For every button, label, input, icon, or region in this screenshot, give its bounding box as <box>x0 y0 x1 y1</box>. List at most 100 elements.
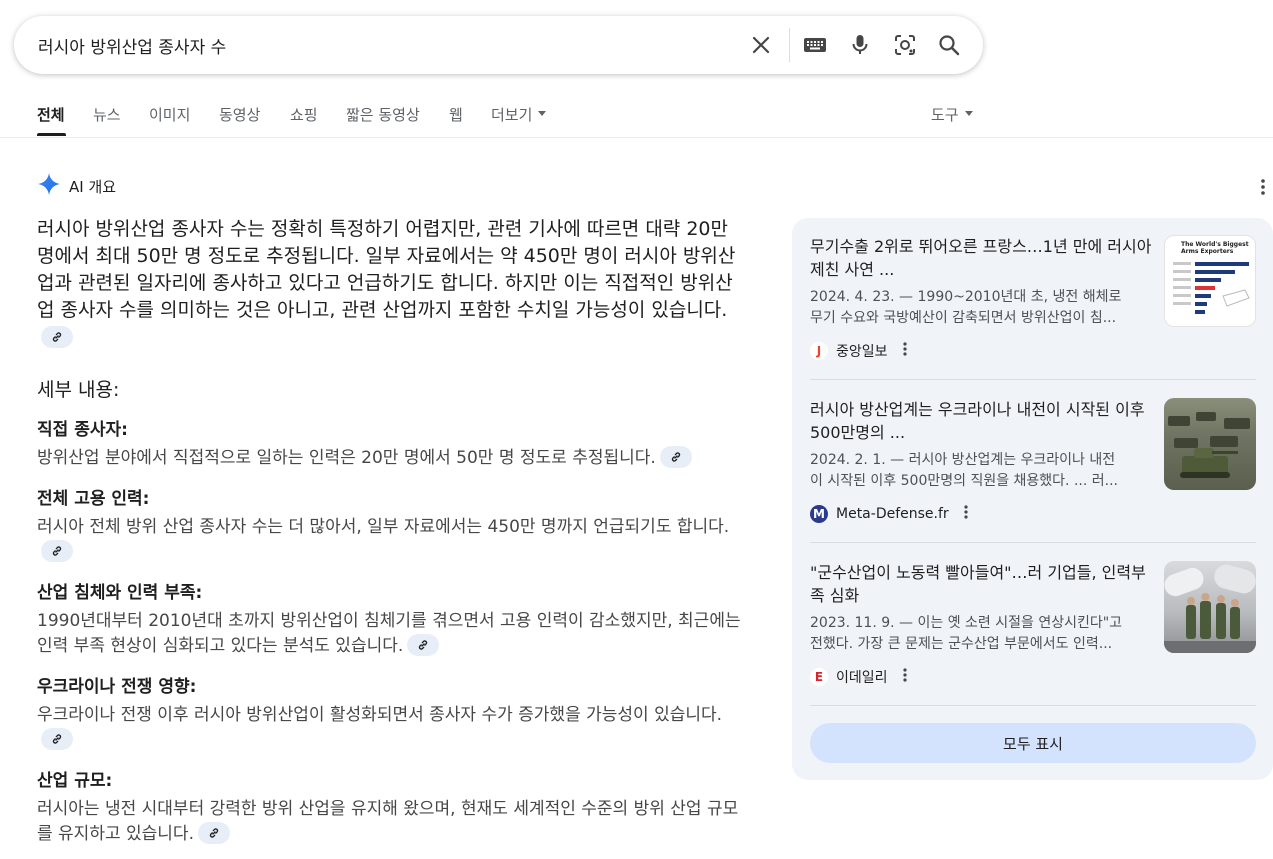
tab-images[interactable]: 이미지 <box>149 104 190 125</box>
detail-item-text: 우크라이나 전쟁 이후 러시아 방위산업이 활성화되면서 종사자 수가 증가했을… <box>37 705 723 725</box>
more-options-icon[interactable] <box>963 504 969 524</box>
keyboard-icon[interactable] <box>803 33 827 57</box>
tab-all[interactable]: 전체 <box>37 104 65 125</box>
tools-button[interactable]: 도구 <box>931 104 973 125</box>
source-logo: J <box>810 342 828 360</box>
source-thumbnail[interactable] <box>1164 398 1256 490</box>
link-icon <box>52 546 62 556</box>
source-card-snippet: 2024. 4. 23. — 1990~2010년대 초, 냉전 해체로 무기 … <box>810 287 1152 329</box>
thumbnail-text: Arms Exporters <box>1181 248 1234 255</box>
detail-item-body: 러시아 전체 방위 산업 종사자 수는 더 많아서, 일부 자료에서는 450만… <box>37 515 747 565</box>
tab-news[interactable]: 뉴스 <box>93 104 121 125</box>
source-card-footer: M Meta-Defense.fr <box>810 504 1256 524</box>
source-thumbnail[interactable]: The World's Biggest Arms Exporters <box>1164 235 1256 327</box>
tab-more[interactable]: 더보기 <box>491 104 547 125</box>
source-link-chip[interactable] <box>407 634 440 656</box>
ai-summary: 러시아 방위산업 종사자 수는 정확히 특정하기 어렵지만, 관련 기사에 따르… <box>37 216 747 351</box>
more-options-icon[interactable] <box>902 667 908 687</box>
detail-item-text: 1990년대부터 2010년대 초까지 방위산업이 침체기를 겪으면서 고용 인… <box>37 611 741 656</box>
ai-summary-text: 러시아 방위산업 종사자 수는 정확히 특정하기 어렵지만, 관련 기사에 따르… <box>37 218 736 321</box>
chevron-down-icon <box>538 111 547 116</box>
source-card-title[interactable]: 러시아 방산업계는 우크라이나 내전이 시작된 이후 500만명의 ... <box>810 398 1152 444</box>
detail-item: 산업 규모: 러시아는 냉전 시대부터 강력한 방위 산업을 유지해 왔으며, … <box>37 769 747 847</box>
detail-item-body: 1990년대부터 2010년대 초까지 방위산업이 침체기를 겪으면서 고용 인… <box>37 609 747 659</box>
detail-item-text: 러시아 전체 방위 산업 종사자 수는 더 많아서, 일부 자료에서는 450만… <box>37 517 730 537</box>
more-options-icon[interactable] <box>1256 178 1270 196</box>
source-name: 중앙일보 <box>836 344 888 360</box>
search-input[interactable] <box>38 16 738 74</box>
source-card[interactable]: "군수산업이 노동력 빨아들여"…러 기업들, 인력부족 심화 2023. 11… <box>810 561 1256 687</box>
source-link-chip[interactable] <box>41 325 73 348</box>
detail-item-body: 우크라이나 전쟁 이후 러시아 방위산업이 활성화되면서 종사자 수가 증가했을… <box>37 703 747 753</box>
detail-item: 전체 고용 인력: 러시아 전체 방위 산업 종사자 수는 더 많아서, 일부 … <box>37 487 747 565</box>
detail-item-title: 전체 고용 인력: <box>37 489 150 509</box>
link-icon <box>52 331 62 342</box>
source-link-chip[interactable] <box>197 822 230 844</box>
source-card-snippet-line: 2024. 4. 23. — 1990~2010년대 초, 냉전 해체로 <box>810 289 1122 305</box>
more-options-icon[interactable] <box>902 341 908 361</box>
search-tabs: 전체 뉴스 이미지 동영상 쇼핑 짧은 동영상 웹 더보기 도구 <box>0 98 1273 138</box>
camera-lens-icon[interactable] <box>893 33 917 57</box>
ai-overview-content: 러시아 방위산업 종사자 수는 정확히 특정하기 어렵지만, 관련 기사에 따르… <box>37 216 747 847</box>
source-card-snippet-line: 2023. 11. 9. — 이는 옛 소련 시절을 연상시킨다"고 <box>810 615 1123 631</box>
active-tab-indicator <box>37 133 66 136</box>
tools-label: 도구 <box>931 106 959 124</box>
tab-web[interactable]: 웹 <box>449 104 463 125</box>
search-bar <box>14 16 983 74</box>
details-heading: 세부 내용: <box>37 379 120 401</box>
detail-item-title: 산업 침체와 인력 부족: <box>37 583 203 603</box>
source-link-chip[interactable] <box>659 446 692 468</box>
source-card-snippet: 2023. 11. 9. — 이는 옛 소련 시절을 연상시킨다"고 전했다. … <box>810 613 1152 655</box>
detail-item-text: 방위산업 분야에서 직접적으로 일하는 인력은 20만 명에서 50만 명 정도… <box>37 448 656 468</box>
source-card[interactable]: 러시아 방산업계는 우크라이나 내전이 시작된 이후 500만명의 ... 20… <box>810 398 1256 524</box>
clear-icon[interactable] <box>749 33 773 57</box>
tab-videos[interactable]: 동영상 <box>219 104 260 125</box>
sparkle-icon <box>37 172 61 200</box>
link-icon <box>419 640 428 650</box>
card-divider <box>810 705 1256 706</box>
detail-item-title: 산업 규모: <box>37 771 113 791</box>
microphone-icon[interactable] <box>848 33 872 57</box>
source-card[interactable]: 무기수출 2위로 뛰어오른 프랑스…1년 만에 러시아 제친 사연 ... 20… <box>810 235 1256 361</box>
source-card-footer: J 중앙일보 <box>810 341 1256 361</box>
source-link-chip[interactable] <box>41 728 73 750</box>
thumbnail-text: The World's Biggest <box>1181 241 1249 248</box>
search-icon[interactable] <box>937 33 961 57</box>
source-logo: M <box>810 505 828 523</box>
detail-item-text: 러시아는 냉전 시대부터 강력한 방위 산업을 유지해 왔으며, 현재도 세계적… <box>37 799 739 844</box>
link-icon <box>209 828 219 838</box>
tab-more-label: 더보기 <box>491 106 533 124</box>
link-icon <box>671 452 680 462</box>
search-divider <box>789 28 790 62</box>
tab-shopping[interactable]: 쇼핑 <box>290 104 318 125</box>
link-icon <box>52 734 62 744</box>
detail-item: 우크라이나 전쟁 영향: 우크라이나 전쟁 이후 러시아 방위산업이 활성화되면… <box>37 675 747 753</box>
card-divider <box>810 542 1256 543</box>
source-card-snippet: 2024. 2. 1. — 러시아 방산업계는 우크라이나 내전 이 시작된 이… <box>810 450 1152 492</box>
source-card-snippet-line: 이 시작된 이후 500만명의 직원을 채용했다. ... 러... <box>810 473 1118 489</box>
source-card-footer: E 이데일리 <box>810 667 1256 687</box>
detail-item-body: 러시아는 냉전 시대부터 강력한 방위 산업을 유지해 왔으며, 현재도 세계적… <box>37 797 747 847</box>
detail-item-body: 방위산업 분야에서 직접적으로 일하는 인력은 20만 명에서 50만 명 정도… <box>37 446 747 471</box>
detail-item-title: 직접 종사자: <box>37 420 128 440</box>
source-card-title[interactable]: 무기수출 2위로 뛰어오른 프랑스…1년 만에 러시아 제친 사연 ... <box>810 235 1152 281</box>
source-card-snippet-line: 무기 수요와 국방예산이 감축되면서 방위산업이 침... <box>810 310 1117 326</box>
sources-panel: 무기수출 2위로 뛰어오른 프랑스…1년 만에 러시아 제친 사연 ... 20… <box>792 218 1273 780</box>
chevron-down-icon <box>964 111 973 116</box>
source-link-chip[interactable] <box>41 540 73 562</box>
source-logo: E <box>810 668 828 686</box>
source-name: 이데일리 <box>836 670 888 686</box>
show-all-button[interactable]: 모두 표시 <box>810 723 1256 763</box>
ai-overview-label: AI 개요 <box>69 177 117 196</box>
detail-item: 직접 종사자: 방위산업 분야에서 직접적으로 일하는 인력은 20만 명에서 … <box>37 418 747 471</box>
detail-item-title: 우크라이나 전쟁 영향: <box>37 677 197 697</box>
source-card-snippet-line: 2024. 2. 1. — 러시아 방산업계는 우크라이나 내전 <box>810 452 1116 468</box>
card-divider <box>810 379 1256 380</box>
tab-short-videos[interactable]: 짧은 동영상 <box>346 104 420 125</box>
source-card-snippet-line: 전했다. 가장 큰 문제는 군수산업 부문에서도 인력... <box>810 636 1113 652</box>
ai-overview-header: AI 개요 <box>37 172 116 200</box>
detail-item: 산업 침체와 인력 부족: 1990년대부터 2010년대 초까지 방위산업이 … <box>37 581 747 659</box>
source-name: Meta-Defense.fr <box>836 506 949 522</box>
source-card-title[interactable]: "군수산업이 노동력 빨아들여"…러 기업들, 인력부족 심화 <box>810 561 1152 607</box>
source-thumbnail[interactable] <box>1164 561 1256 653</box>
